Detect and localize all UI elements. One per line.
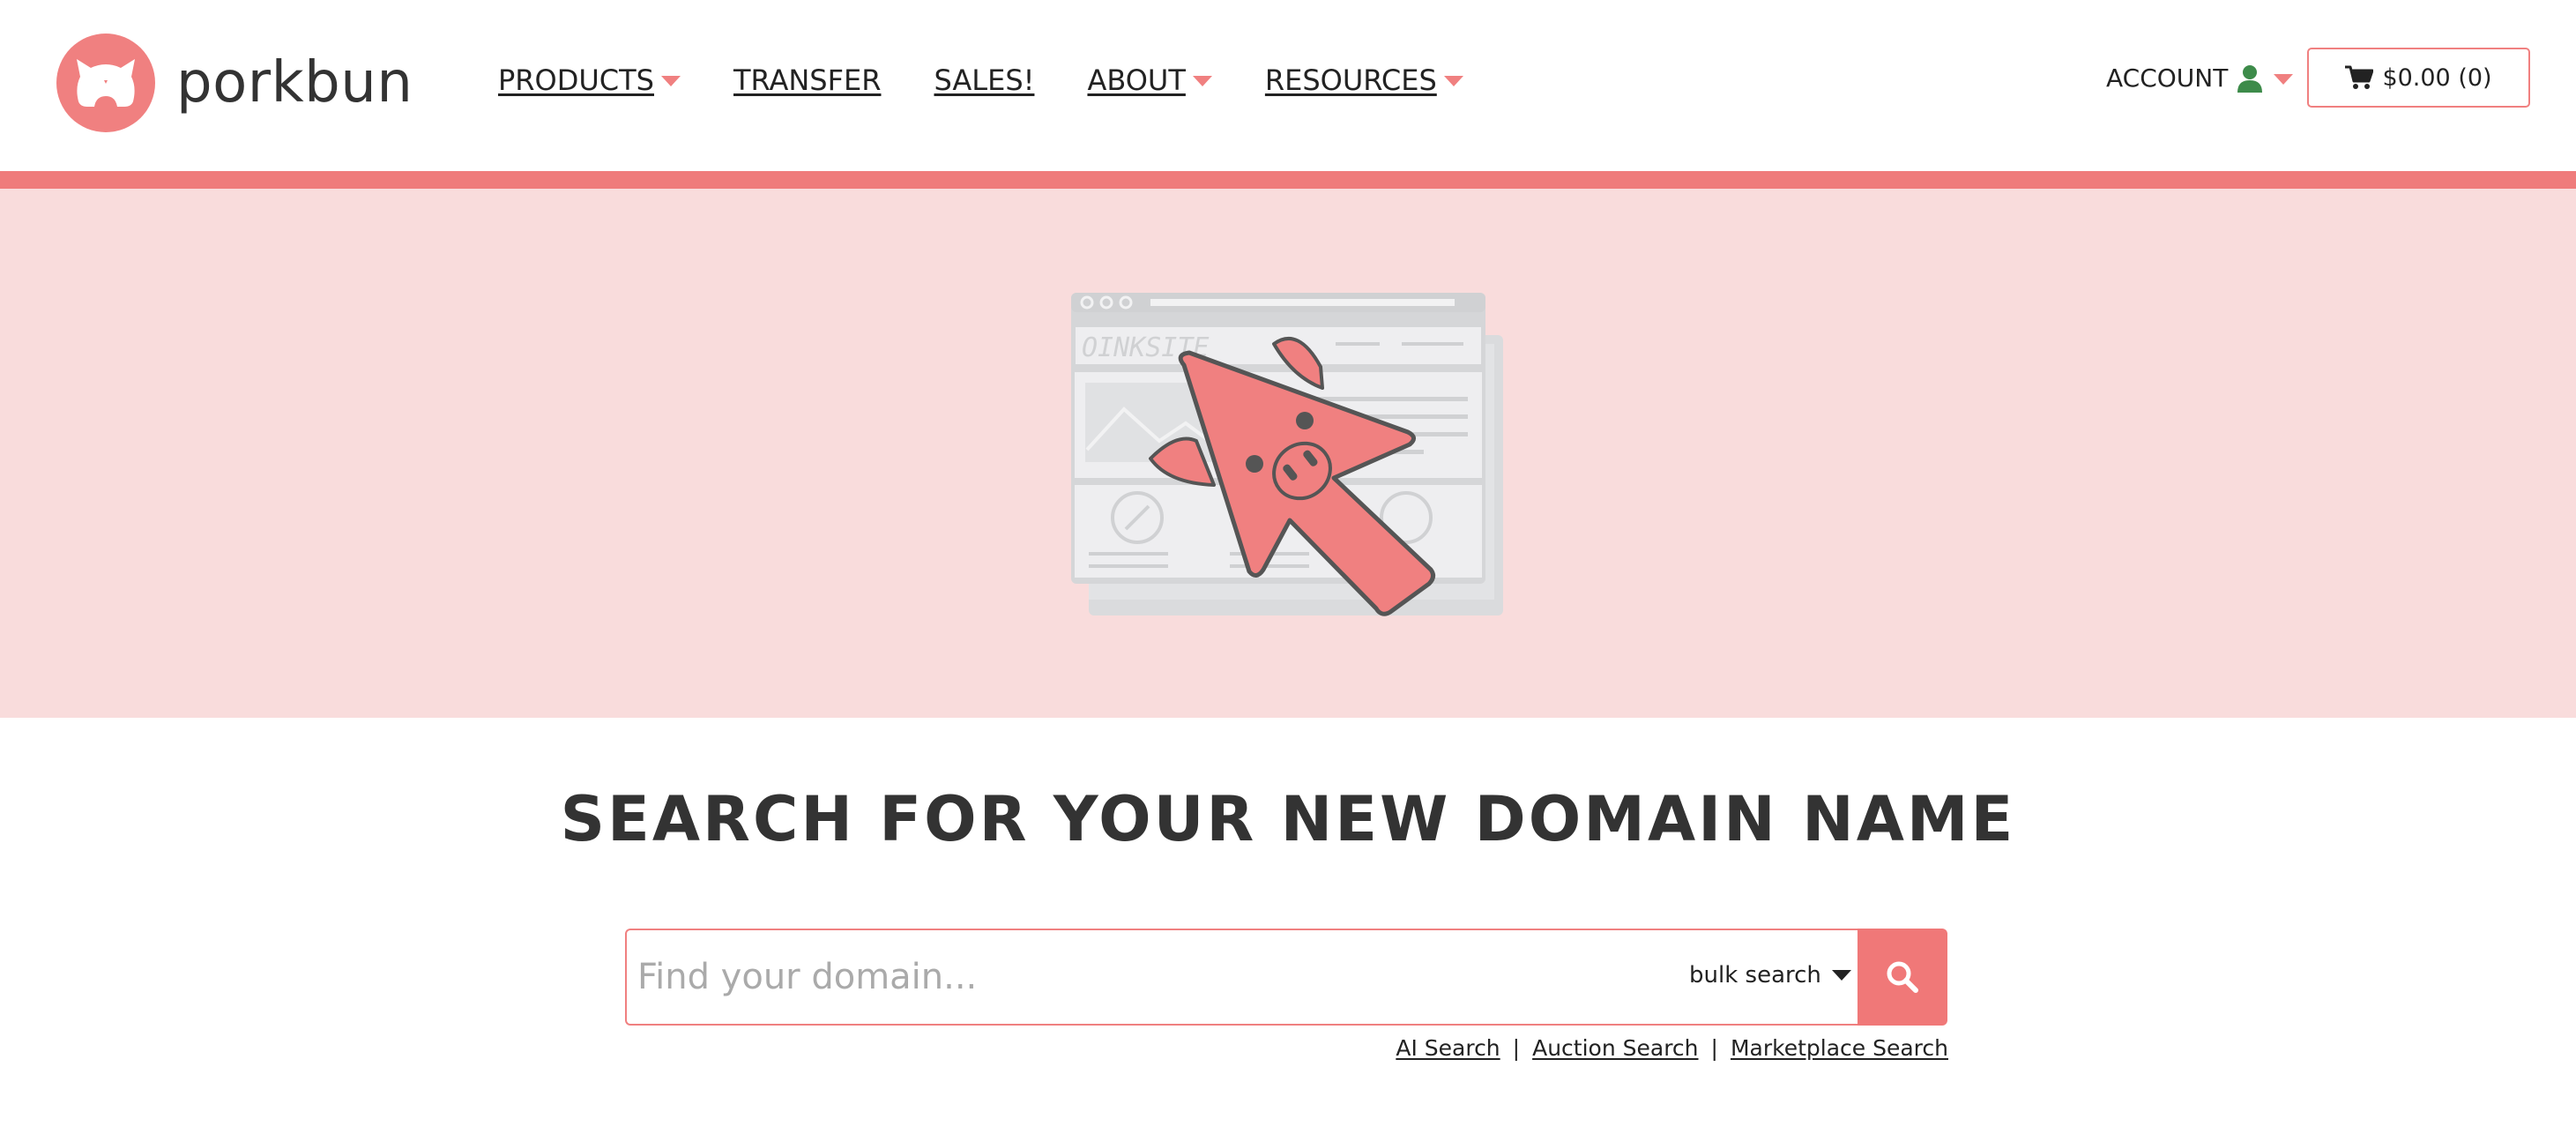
chevron-down-icon: [2274, 73, 2294, 85]
cart-icon: [2345, 65, 2374, 89]
header-divider: [0, 171, 2576, 189]
nav-about[interactable]: ABOUT: [1087, 63, 1212, 97]
caret-down-icon: [1831, 970, 1851, 981]
hero-banner: OINKSITE: [0, 189, 2576, 718]
domain-search-box: bulk search: [625, 929, 1859, 1026]
link-separator: |: [1512, 1035, 1521, 1061]
nav-resources-label: RESOURCES: [1264, 63, 1437, 97]
ai-search-link[interactable]: AI Search: [1396, 1035, 1500, 1061]
bulk-search-toggle[interactable]: bulk search: [1689, 962, 1851, 989]
cart-total: $0.00 (0): [2382, 63, 2492, 92]
auction-search-link[interactable]: Auction Search: [1532, 1035, 1698, 1061]
site-header: porkbun PRODUCTS TRANSFER SALES! ABOUT R…: [0, 0, 2576, 171]
link-separator: |: [1710, 1035, 1718, 1061]
chevron-down-icon: [1192, 76, 1212, 86]
search-button[interactable]: [1858, 929, 1947, 1026]
nav-products[interactable]: PRODUCTS: [498, 63, 681, 97]
marketplace-search-link[interactable]: Marketplace Search: [1731, 1035, 1948, 1061]
chevron-down-icon: [660, 76, 681, 86]
domain-search-input[interactable]: [637, 930, 1572, 1024]
pig-cursor-oinksite-illustration: OINKSITE: [1071, 293, 1503, 616]
search-sub-links: AI Search | Auction Search | Marketplace…: [1396, 1035, 1948, 1061]
nav-products-label: PRODUCTS: [498, 63, 654, 97]
account-label: ACCOUNT: [2106, 63, 2229, 93]
nav-transfer-label: TRANSFER: [733, 63, 882, 97]
bulk-search-label: bulk search: [1689, 962, 1821, 989]
pig-bun-icon: [56, 34, 155, 132]
search-heading: SEARCH FOR YOUR NEW DOMAIN NAME: [560, 783, 2016, 855]
brand-name: porkbun: [176, 50, 413, 116]
nav-transfer[interactable]: TRANSFER: [733, 63, 881, 97]
nav-sales-label: SALES!: [934, 63, 1035, 97]
nav-about-label: ABOUT: [1087, 63, 1186, 97]
cart-button[interactable]: $0.00 (0): [2307, 48, 2530, 108]
user-icon: [2237, 64, 2263, 93]
main-nav: PRODUCTS TRANSFER SALES! ABOUT RESOURCES: [498, 58, 1516, 102]
account-menu[interactable]: ACCOUNT: [2106, 63, 2294, 93]
nav-sales[interactable]: SALES!: [934, 63, 1034, 97]
logo[interactable]: porkbun: [56, 34, 413, 132]
nav-resources[interactable]: RESOURCES: [1265, 63, 1463, 97]
search-icon: [1887, 961, 1918, 993]
chevron-down-icon: [1443, 76, 1463, 86]
